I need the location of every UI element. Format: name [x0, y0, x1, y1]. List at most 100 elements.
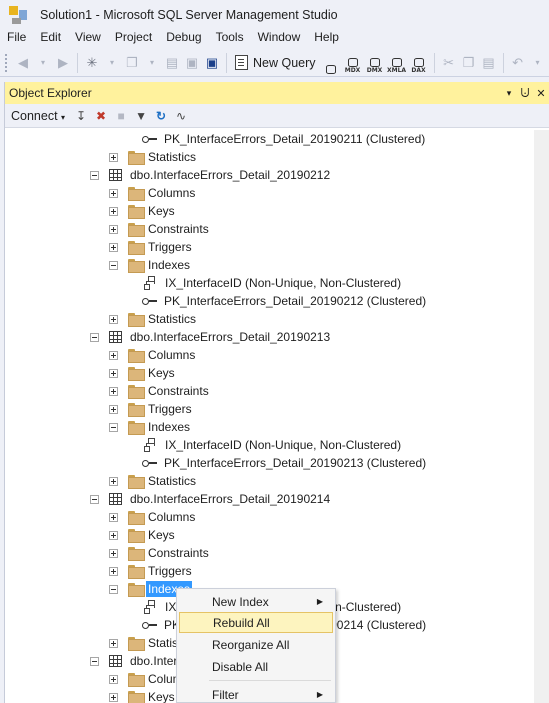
expand-icon[interactable] [109, 152, 118, 162]
new-query-button[interactable]: New Query [231, 52, 320, 74]
collapse-icon[interactable] [90, 494, 99, 504]
expand-icon[interactable] [109, 314, 118, 324]
collapse-icon[interactable] [90, 656, 99, 666]
chevron-down-icon[interactable]: ▾ [143, 52, 161, 74]
menu-help[interactable]: Help [307, 30, 346, 47]
menu-file[interactable]: File [0, 30, 33, 47]
refresh-icon[interactable]: ↻ [152, 107, 170, 125]
index-icon [144, 600, 158, 614]
open-folder-icon[interactable]: ▤ [163, 52, 181, 74]
new-project-icon[interactable]: ✳ [83, 52, 101, 74]
collapse-icon[interactable] [90, 332, 99, 342]
tree-node[interactable]: Constraints [109, 382, 211, 400]
toolbar-grip[interactable] [4, 52, 8, 73]
expand-icon[interactable] [109, 674, 118, 684]
pin-icon[interactable]: ⨃ [517, 84, 533, 102]
menu-item-rebuild-all[interactable]: Rebuild All [179, 612, 333, 633]
chevron-down-icon[interactable]: ▾ [34, 52, 52, 74]
expand-icon[interactable] [109, 224, 118, 234]
collapse-icon[interactable] [109, 422, 118, 432]
menu-project[interactable]: Project [108, 30, 159, 47]
context-menu: New Index ▶ Rebuild All Reorganize All D… [176, 588, 336, 703]
tree-node[interactable]: IX_InterfaceID (Non-Unique, Non-Clustere… [144, 436, 403, 454]
tree-node[interactable]: PK_InterfaceErrors_Detail_20190213 (Clus… [142, 454, 428, 472]
xmla-query-button[interactable]: XMLA [387, 52, 407, 74]
menu-item-reorganize-all[interactable]: Reorganize All [179, 634, 333, 655]
menu-item-new-index[interactable]: New Index ▶ [179, 591, 333, 612]
add-item-icon[interactable]: ❐ [123, 52, 141, 74]
expand-icon[interactable] [109, 242, 118, 252]
tree-node[interactable]: Keys [109, 202, 177, 220]
tree-node[interactable]: dbo.InterfaceErrors_Detail_20190212 [90, 166, 332, 184]
expand-icon[interactable] [109, 566, 118, 576]
paste-icon[interactable]: ▤ [480, 52, 498, 74]
tree-node[interactable]: Keys [109, 688, 177, 703]
tree-node[interactable]: Statistics [109, 310, 198, 328]
menu-debug[interactable]: Debug [159, 30, 208, 47]
collapse-icon[interactable] [109, 260, 118, 270]
expand-icon[interactable] [109, 530, 118, 540]
tree-node[interactable]: Columns [109, 184, 197, 202]
disconnect-icon[interactable]: ✖ [92, 107, 110, 125]
tree-node[interactable]: PK_InterfaceErrors_Detail_20190212 (Clus… [142, 292, 428, 310]
stop-icon[interactable]: ■ [112, 107, 130, 125]
connect-plug-icon[interactable]: ↧ [72, 107, 90, 125]
tree-node[interactable]: Constraints [109, 220, 211, 238]
tree-node[interactable]: Triggers [109, 562, 194, 580]
menu-view[interactable]: View [68, 30, 108, 47]
tree-node[interactable]: dbo.InterfaceErrors_Detail_20190214 [90, 490, 332, 508]
tree-node[interactable]: PK_InterfaceErrors_Detail_20190211 (Clus… [142, 130, 427, 148]
chevron-down-icon[interactable]: ▾ [529, 52, 547, 74]
chevron-down-icon[interactable]: ▾ [103, 52, 121, 74]
expand-icon[interactable] [109, 638, 118, 648]
save-all-icon[interactable]: ▣ [203, 52, 221, 74]
close-icon[interactable]: ✕ [533, 84, 549, 102]
expand-icon[interactable] [109, 548, 118, 558]
tree-node[interactable]: Statistics [109, 148, 198, 166]
menu-tools[interactable]: Tools [209, 30, 251, 47]
collapse-icon[interactable] [109, 584, 118, 594]
save-icon[interactable]: ▣ [183, 52, 201, 74]
tree-node[interactable]: Columns [109, 346, 197, 364]
expand-icon[interactable] [109, 368, 118, 378]
filter-icon[interactable]: ▼ [132, 107, 150, 125]
cut-icon[interactable]: ✂ [440, 52, 458, 74]
expand-icon[interactable] [109, 350, 118, 360]
tree-node[interactable]: Triggers [109, 238, 194, 256]
tree-node[interactable]: Columns [109, 508, 197, 526]
back-icon[interactable]: ◀ [14, 52, 32, 74]
connect-button[interactable]: Connect ▾ [11, 109, 65, 123]
tree-node[interactable]: Triggers [109, 400, 194, 418]
expand-icon[interactable] [109, 476, 118, 486]
tree-node[interactable]: Keys [109, 364, 177, 382]
tree-node[interactable]: Constraints [109, 544, 211, 562]
vertical-scrollbar[interactable] [534, 130, 549, 703]
database-engine-query-icon[interactable] [321, 52, 341, 74]
menu-item-disable-all[interactable]: Disable All [179, 656, 333, 677]
menu-window[interactable]: Window [251, 30, 308, 47]
dax-query-button[interactable]: DAX [409, 52, 429, 74]
tree-node[interactable]: Indexes [109, 256, 192, 274]
activity-monitor-icon[interactable]: ∿ [172, 107, 190, 125]
expand-icon[interactable] [109, 404, 118, 414]
expand-icon[interactable] [109, 692, 118, 702]
collapse-icon[interactable] [90, 170, 99, 180]
forward-icon[interactable]: ▶ [54, 52, 72, 74]
expand-icon[interactable] [109, 188, 118, 198]
expand-icon[interactable] [109, 512, 118, 522]
tree-node[interactable]: Indexes [109, 418, 192, 436]
expand-icon[interactable] [109, 386, 118, 396]
tree-node[interactable]: Statistics [109, 472, 198, 490]
undo-icon[interactable]: ↶ [509, 52, 527, 74]
menu-edit[interactable]: Edit [33, 30, 68, 47]
mdx-query-button[interactable]: MDX [343, 52, 363, 74]
menu-item-filter[interactable]: Filter ▶ [179, 684, 333, 703]
copy-icon[interactable]: ❐ [460, 52, 478, 74]
tree-node[interactable]: Keys [109, 526, 177, 544]
expand-icon[interactable] [109, 206, 118, 216]
tree-node[interactable]: dbo.InterfaceErrors_Detail_20190213 [90, 328, 332, 346]
window-position-icon[interactable]: ▾ [501, 84, 517, 102]
tree-node[interactable]: IX_InterfaceID (Non-Unique, Non-Clustere… [144, 274, 403, 292]
menu-item-label: Rebuild All [213, 615, 270, 630]
dmx-query-button[interactable]: DMX [365, 52, 385, 74]
